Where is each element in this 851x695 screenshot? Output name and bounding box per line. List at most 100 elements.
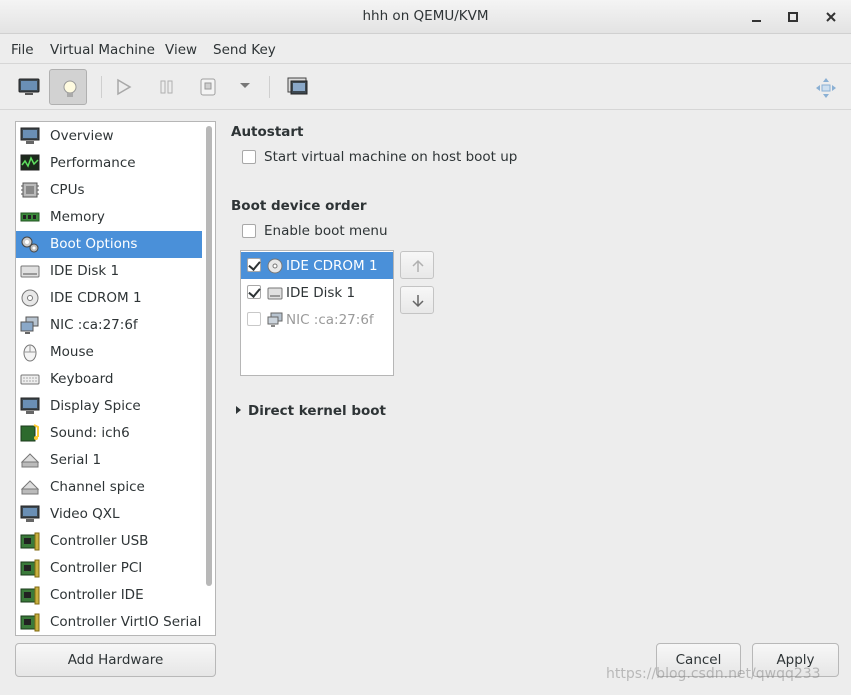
boot-order-title: Boot device order (231, 198, 367, 214)
boot-device-label: NIC :ca:27:6f (286, 312, 374, 328)
sidebar-item-keyboard[interactable]: Keyboard (16, 366, 202, 393)
title-bar: hhh on QEMU/KVM (0, 0, 851, 34)
arrow-down-icon (412, 295, 424, 308)
sidebar-item-label: Controller USB (50, 533, 149, 549)
sidebar-item-label: Overview (50, 128, 114, 144)
menu-file[interactable]: File (11, 42, 34, 58)
window-title: hhh on QEMU/KVM (362, 8, 489, 24)
sidebar-item-memory[interactable]: Memory (16, 204, 202, 231)
boot-device-checkbox[interactable] (247, 312, 261, 326)
boot-device-row[interactable]: NIC :ca:27:6f (241, 306, 393, 333)
play-icon (117, 78, 132, 96)
sidebar-item-controller-pci[interactable]: Controller PCI (16, 555, 202, 582)
sidebar-item-boot-options[interactable]: Boot Options (16, 231, 202, 258)
enable-boot-menu-checkbox[interactable] (242, 224, 256, 238)
boot-device-list[interactable]: IDE CDROM 1 IDE Disk 1 NIC :ca:27:6f (240, 250, 394, 376)
serial-icon (20, 453, 40, 468)
menu-view[interactable]: View (165, 42, 197, 58)
chevron-down-icon (240, 83, 250, 88)
sidebar-item-serial-1[interactable]: Serial 1 (16, 447, 202, 474)
fullscreen-icon (816, 78, 836, 98)
move-up-button[interactable] (400, 251, 434, 279)
run-button[interactable] (105, 69, 143, 105)
maximize-icon (788, 12, 798, 22)
autostart-checkbox[interactable] (242, 150, 256, 164)
sidebar-item-label: Memory (50, 209, 105, 225)
menu-send-key[interactable]: Send Key (213, 42, 276, 58)
performance-icon (20, 154, 40, 171)
watermark: https://blog.csdn.net/qwqq233 (606, 666, 821, 682)
toolbar-separator (269, 76, 270, 98)
sidebar-item-cpus[interactable]: CPUs (16, 177, 202, 204)
cdrom-icon (21, 289, 39, 307)
sidebar-item-controller-ide[interactable]: Controller IDE (16, 582, 202, 609)
sidebar-item-label: IDE CDROM 1 (50, 290, 142, 306)
minimize-button[interactable] (748, 8, 766, 26)
snapshots-icon (287, 77, 308, 95)
pause-button[interactable] (148, 69, 186, 105)
sidebar-item-controller-usb[interactable]: Controller USB (16, 528, 202, 555)
sidebar-item-controller-virtio-serial[interactable]: Controller VirtIO Serial (16, 609, 202, 635)
fullscreen-button[interactable] (806, 69, 844, 105)
gears-icon (21, 236, 39, 253)
console-button[interactable] (9, 69, 47, 105)
controller-icon (20, 559, 40, 578)
sidebar-item-performance[interactable]: Performance (16, 150, 202, 177)
move-down-button[interactable] (400, 286, 434, 314)
toolbar (0, 64, 851, 110)
sidebar-item-display-spice[interactable]: Display Spice (16, 393, 202, 420)
autostart-title: Autostart (231, 124, 304, 140)
sidebar-item-video-qxl[interactable]: Video QXL (16, 501, 202, 528)
sidebar-item-channel-spice[interactable]: Channel spice (16, 474, 202, 501)
toolbar-separator (101, 76, 102, 98)
sidebar-item-label: Serial 1 (50, 452, 102, 468)
direct-kernel-boot-expander[interactable]: Direct kernel boot (236, 403, 386, 419)
network-icon (20, 316, 39, 334)
arrow-up-icon (412, 259, 424, 272)
scrollbar[interactable] (204, 124, 214, 633)
cdrom-icon (267, 258, 283, 274)
sidebar-item-ide-cdrom-1[interactable]: IDE CDROM 1 (16, 285, 202, 312)
close-icon (826, 12, 836, 22)
shutdown-dropdown[interactable] (228, 69, 266, 105)
sidebar-item-label: Display Spice (50, 398, 141, 414)
boot-device-checkbox[interactable] (247, 285, 261, 299)
details-button[interactable] (49, 69, 87, 105)
disk-icon (20, 265, 40, 278)
sidebar-item-label: Mouse (50, 344, 94, 360)
boot-device-label: IDE CDROM 1 (286, 258, 378, 274)
sidebar-item-label: Boot Options (50, 236, 138, 252)
expander-arrow-icon (236, 406, 241, 414)
hardware-list[interactable]: Overview Performance CPUs Memory Boot Option… (15, 121, 216, 636)
boot-device-row[interactable]: IDE Disk 1 (241, 279, 393, 306)
monitor-icon (20, 127, 40, 144)
snapshots-button[interactable] (278, 69, 316, 105)
cpu-icon (21, 182, 39, 198)
boot-device-label: IDE Disk 1 (286, 285, 356, 301)
menu-bar: File Virtual Machine View Send Key (0, 36, 851, 64)
memory-icon (20, 212, 40, 222)
direct-kernel-boot-label: Direct kernel boot (248, 403, 386, 419)
menu-virtual-machine[interactable]: Virtual Machine (50, 42, 155, 58)
sidebar-item-overview[interactable]: Overview (16, 123, 202, 150)
boot-device-row[interactable]: IDE CDROM 1 (241, 252, 393, 279)
add-hardware-button[interactable]: Add Hardware (15, 643, 216, 677)
boot-device-checkbox[interactable] (247, 258, 261, 272)
maximize-button[interactable] (784, 8, 802, 26)
video-icon (20, 505, 40, 522)
autostart-label[interactable]: Start virtual machine on host boot up (264, 149, 517, 165)
sidebar-item-sound-ich6[interactable]: Sound: ich6 (16, 420, 202, 447)
controller-icon (20, 586, 40, 605)
shutdown-button[interactable] (189, 69, 227, 105)
sidebar-item-label: Channel spice (50, 479, 145, 495)
sidebar-item-nic-ca-27-6f[interactable]: NIC :ca:27:6f (16, 312, 202, 339)
sidebar-item-label: IDE Disk 1 (50, 263, 120, 279)
sidebar-item-ide-disk-1[interactable]: IDE Disk 1 (16, 258, 202, 285)
display-icon (20, 397, 40, 414)
close-button[interactable] (822, 8, 840, 26)
scrollbar-thumb[interactable] (206, 126, 212, 586)
sidebar-item-mouse[interactable]: Mouse (16, 339, 202, 366)
sidebar-item-label: Performance (50, 155, 136, 171)
enable-boot-menu-label[interactable]: Enable boot menu (264, 223, 388, 239)
sidebar-item-label: Sound: ich6 (50, 425, 130, 441)
